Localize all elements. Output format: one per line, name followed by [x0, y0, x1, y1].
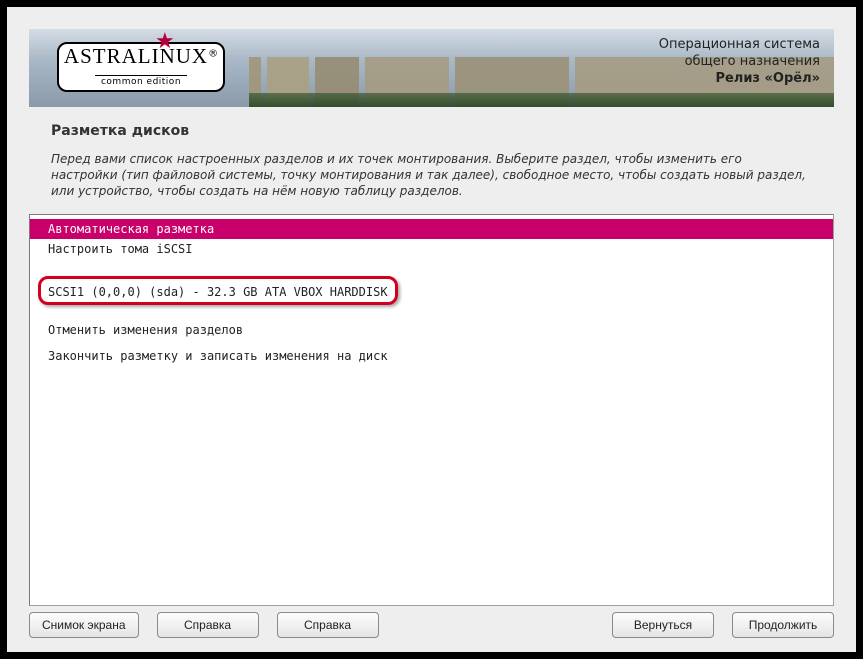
help-button-2[interactable]: Справка [277, 612, 379, 638]
list-spacer [30, 302, 833, 320]
intro-text: Перед вами список настроенных разделов и… [51, 151, 812, 200]
astralinux-logo: ★ ASTRALINUX® common edition [57, 42, 225, 92]
logo-subtitle: common edition [95, 75, 187, 87]
help-button-1[interactable]: Справка [157, 612, 259, 638]
installer-window: ★ ASTRALINUX® common edition Операционна… [6, 6, 857, 653]
menu-undo-changes[interactable]: Отменить изменения разделов [30, 320, 833, 340]
logo-reg: ® [208, 49, 218, 60]
screenshot-button[interactable]: Снимок экрана [29, 612, 139, 638]
banner-text: Операционная система общего назначения Р… [659, 37, 820, 88]
menu-iscsi[interactable]: Настроить тома iSCSI [30, 239, 833, 259]
banner-line1: Операционная система [659, 37, 820, 54]
banner-line3: Релиз «Орёл» [659, 71, 820, 88]
menu-finish-write[interactable]: Закончить разметку и записать изменения … [30, 346, 833, 366]
continue-button[interactable]: Продолжить [732, 612, 834, 638]
disk-label: SCSI1 (0,0,0) (sda) - 32.3 GB ATA VBOX H… [44, 283, 392, 301]
button-spacer [397, 612, 594, 638]
list-spacer [30, 259, 833, 277]
banner-line2: общего назначения [659, 54, 820, 71]
logo-text: ASTRALINUX [64, 40, 208, 68]
header-banner: ★ ASTRALINUX® common edition Операционна… [29, 29, 834, 107]
star-icon: ★ [155, 29, 175, 54]
back-button[interactable]: Вернуться [612, 612, 714, 638]
page-title: Разметка дисков [51, 123, 856, 139]
button-bar: Снимок экрана Справка Справка Вернуться … [29, 612, 834, 638]
partition-list[interactable]: Автоматическая разметка Настроить тома i… [29, 214, 834, 606]
disk-entry[interactable]: SCSI1 (0,0,0) (sda) - 32.3 GB ATA VBOX H… [44, 281, 392, 300]
menu-auto-partition[interactable]: Автоматическая разметка [30, 219, 833, 239]
